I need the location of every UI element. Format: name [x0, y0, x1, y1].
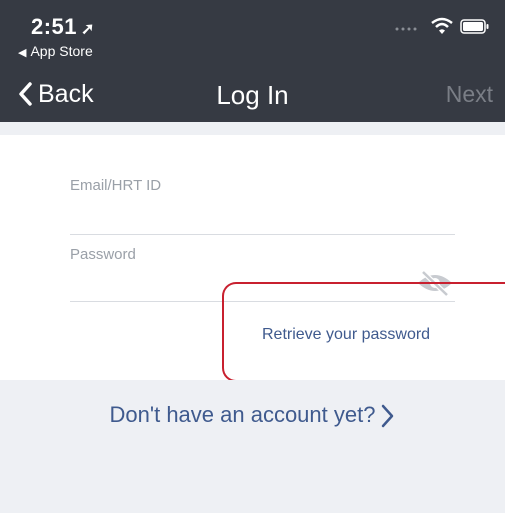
password-field[interactable]: Password [70, 246, 136, 263]
chevron-right-icon [382, 404, 394, 428]
back-to-app-store[interactable]: ◀ App Store [18, 43, 93, 59]
back-triangle-icon: ◀ [18, 47, 27, 59]
wifi-icon [431, 17, 453, 34]
email-field[interactable]: Email/HRT ID [70, 177, 161, 194]
signup-label: Don't have an account yet? [109, 402, 376, 427]
signup-panel: Don't have an account yet? [0, 380, 505, 513]
highlight-annotation [222, 282, 505, 382]
page-title: Log In [216, 80, 289, 110]
header-divider [0, 122, 505, 135]
status-time-text: 2:51 [31, 14, 78, 39]
battery-icon [460, 19, 489, 34]
next-button[interactable]: Next [446, 81, 493, 108]
email-underline [70, 234, 455, 235]
top-header: 2:51 ➚ ◀ App Store Back Log In Next [0, 0, 505, 122]
signal-dots-icon [395, 27, 417, 31]
login-form: Email/HRT ID Password Retrieve your pass… [0, 135, 505, 382]
status-time: 2:51 ➚ [31, 14, 95, 40]
signup-link[interactable]: Don't have an account yet? [0, 402, 505, 428]
location-arrow-icon: ➚ [81, 21, 95, 38]
back-app-label: App Store [30, 43, 93, 59]
